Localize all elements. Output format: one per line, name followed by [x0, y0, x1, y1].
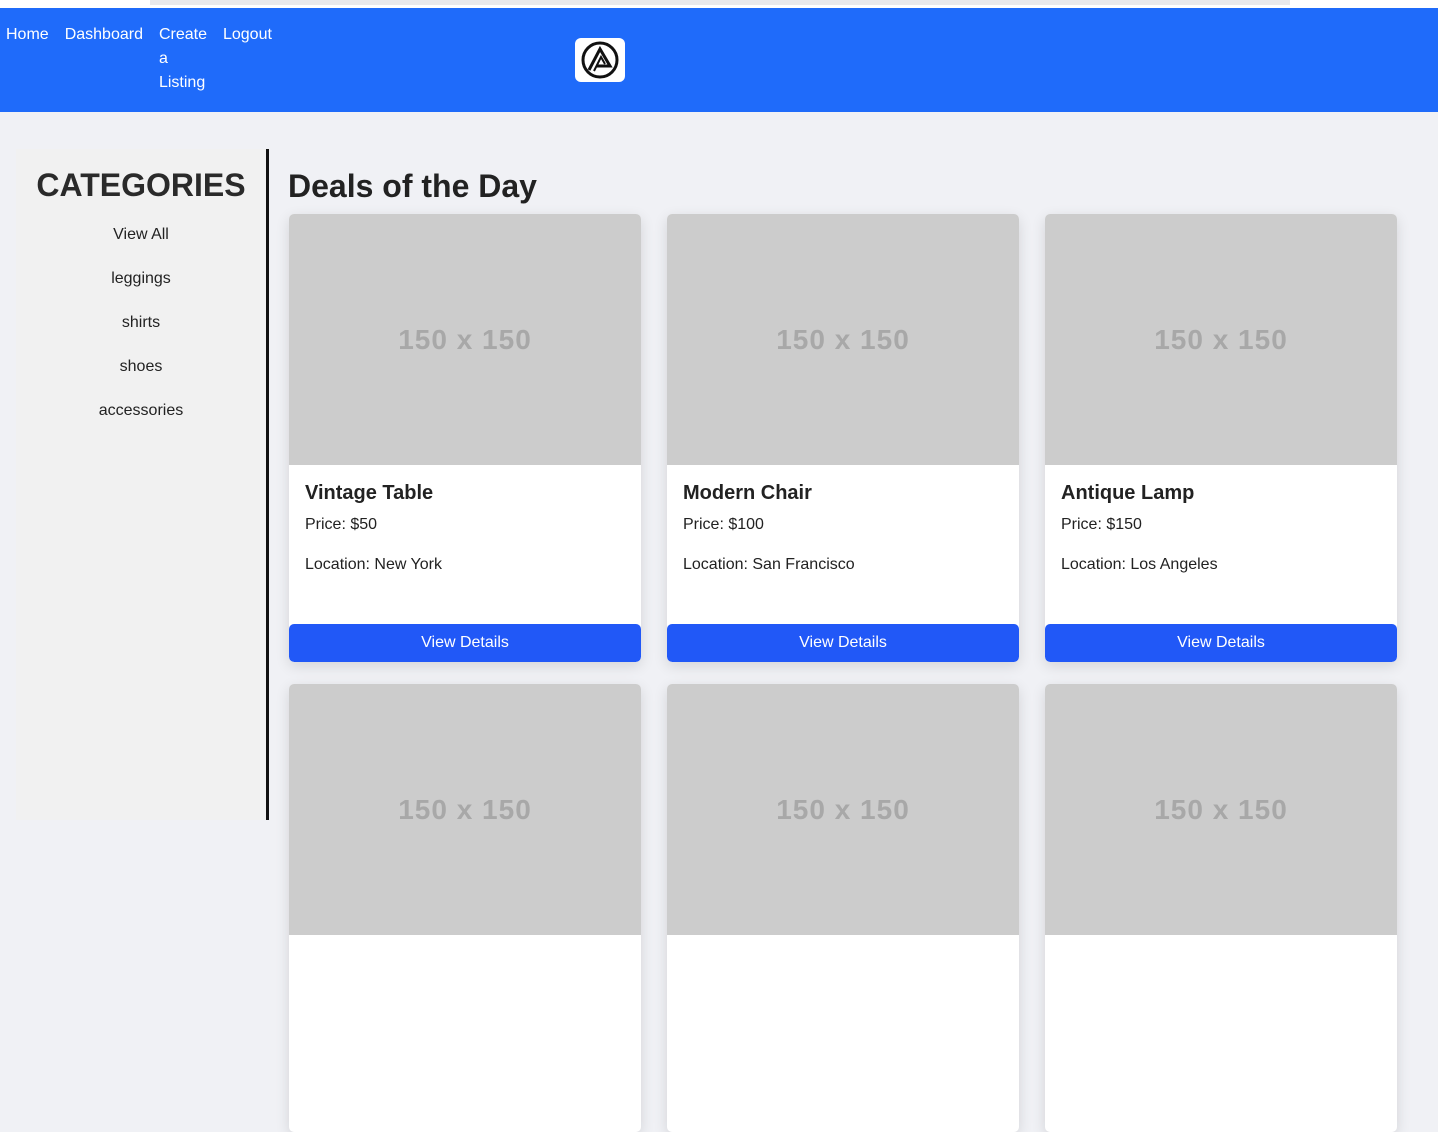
category-view-all[interactable]: View All — [16, 225, 266, 269]
category-shoes[interactable]: shoes — [16, 357, 266, 401]
listing-location: Location: Los Angeles — [1061, 556, 1218, 573]
browser-top-strip — [0, 0, 1438, 8]
top-navbar: Home Dashboard Create a Listing Logout — [0, 8, 1438, 112]
listing-title: Modern Chair — [683, 482, 812, 504]
listing-image-placeholder[interactable]: 150 x 150 — [289, 214, 641, 465]
listing-price: Price: $100 — [683, 516, 764, 533]
categories-sidebar: CATEGORIES View All leggings shirts shoe… — [16, 149, 269, 820]
listing-image-placeholder[interactable]: 150 x 150 — [1045, 214, 1397, 465]
view-details-button[interactable]: View Details — [1045, 624, 1397, 662]
listing-image-placeholder[interactable]: 150 x 150 — [289, 684, 641, 935]
categories-title: CATEGORIES — [36, 167, 246, 203]
nav-create-listing-link[interactable]: Create a Listing — [159, 23, 207, 95]
nav-home-link[interactable]: Home — [6, 23, 49, 47]
listing-card: 150 x 150 Modern Chair Price: $100 Locat… — [667, 214, 1019, 662]
listing-price: Price: $150 — [1061, 516, 1142, 533]
listing-location: Location: New York — [305, 556, 442, 573]
view-details-button[interactable]: View Details — [667, 624, 1019, 662]
listing-location: Location: San Francisco — [683, 556, 855, 573]
listing-card: 150 x 150 — [1045, 684, 1397, 1132]
category-leggings[interactable]: leggings — [16, 269, 266, 313]
view-details-button[interactable]: View Details — [289, 624, 641, 662]
listing-title: Antique Lamp — [1061, 482, 1195, 504]
category-accessories[interactable]: accessories — [16, 401, 266, 445]
listing-price: Price: $50 — [305, 516, 378, 533]
page-title: Deals of the Day — [288, 168, 537, 204]
listing-card: 150 x 150 — [289, 684, 641, 1132]
listing-card: 150 x 150 Antique Lamp Price: $150 Locat… — [1045, 214, 1397, 662]
listing-card: 150 x 150 — [667, 684, 1019, 1132]
nav-logout-link[interactable]: Logout — [223, 23, 272, 47]
listing-image-placeholder[interactable]: 150 x 150 — [667, 684, 1019, 935]
listing-image-placeholder[interactable]: 150 x 150 — [667, 214, 1019, 465]
category-shirts[interactable]: shirts — [16, 313, 266, 357]
listings-grid: 150 x 150 Vintage Table Price: $50 Locat… — [289, 214, 1399, 1132]
listing-image-placeholder[interactable]: 150 x 150 — [1045, 684, 1397, 935]
nav-dashboard-link[interactable]: Dashboard — [65, 23, 143, 47]
listing-title: Vintage Table — [305, 482, 434, 504]
categories-list: View All leggings shirts shoes accessori… — [16, 225, 266, 445]
listing-card: 150 x 150 Vintage Table Price: $50 Locat… — [289, 214, 641, 662]
logo-icon[interactable] — [575, 38, 625, 82]
nav-links: Home Dashboard Create a Listing Logout — [6, 23, 288, 95]
